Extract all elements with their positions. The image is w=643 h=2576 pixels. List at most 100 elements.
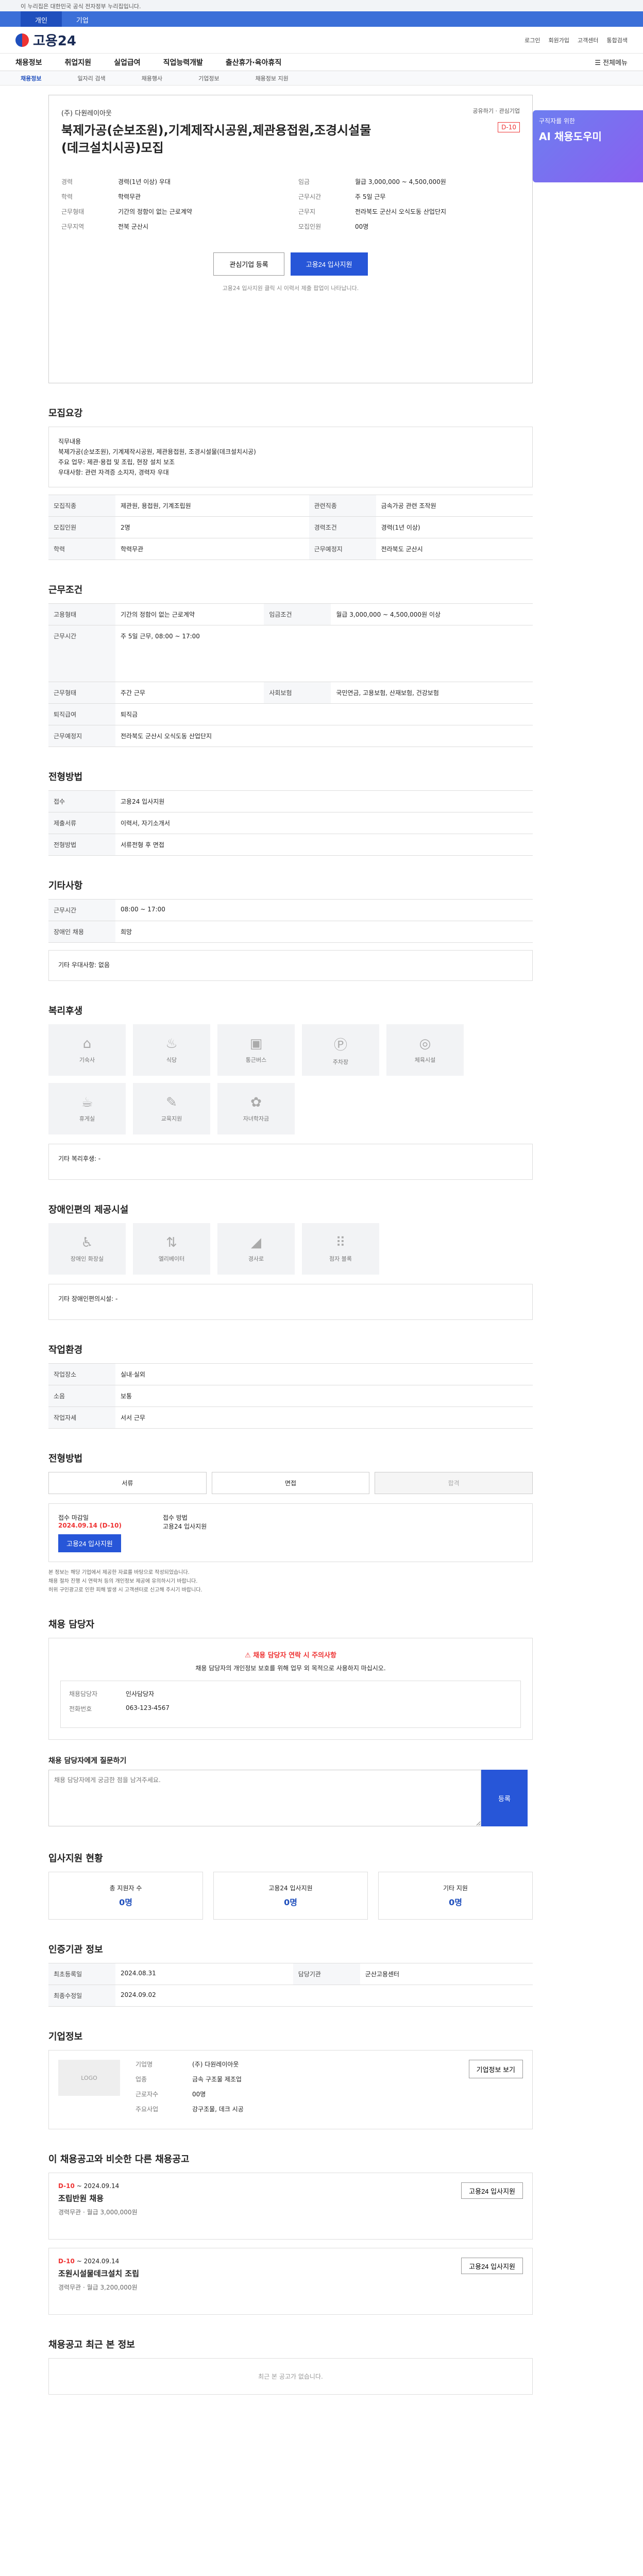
rec-title: 조원시설물데크설치 조립 xyxy=(58,2269,140,2278)
deadline-apply-button[interactable]: 고용24 입사지원 xyxy=(58,1534,121,1552)
row-value: 보통 xyxy=(115,1385,533,1407)
interest-button[interactable]: 관심기업 등록 xyxy=(213,252,284,276)
biz-key: 주요사업 xyxy=(136,2106,159,2113)
nav-training[interactable]: 직업능력개발 xyxy=(163,57,203,67)
info-key: 근무형태 xyxy=(61,208,84,215)
section-welfare: 복리후생 ⌂ 기숙사 ♨ 식당 ▣ 통근버스 Ⓟ 주차장 ◎ 체육시설 ☕ 휴게실 ✎ 교육지… xyxy=(48,1004,533,1180)
row-key: 임금조건 xyxy=(264,603,331,625)
contact-warning-text: 채용 담당자 연락 시 주의사항 xyxy=(253,1652,336,1659)
contact-value: 인사담당자 xyxy=(126,1690,155,1698)
subnav-jobs[interactable]: 채용정보 xyxy=(21,74,41,82)
welfare-tile: ☕ 휴게실 xyxy=(48,1083,126,1134)
share-links[interactable]: 공유하기 · 관심기업 xyxy=(473,107,520,115)
inquiry-input[interactable] xyxy=(48,1770,481,1826)
stat-label: 기타 지원 xyxy=(443,1885,468,1892)
welfare-tile: ✎ 교육지원 xyxy=(133,1083,210,1134)
info-key: 경력 xyxy=(61,178,73,185)
biz-detail-button[interactable]: 기업정보 보기 xyxy=(468,2060,523,2078)
tab-individual[interactable]: 개인 xyxy=(21,11,62,27)
row-value: 제관원, 용접원, 기계조립원 xyxy=(115,495,309,517)
logo-icon xyxy=(15,33,29,47)
stat-cards: 총 지원자 수 0명 고용24 입사지원 0명 기타 지원 0명 xyxy=(48,1872,533,1920)
section-title: 장애인편의 제공시설 xyxy=(48,1205,129,1215)
step-document: 서류 xyxy=(48,1472,207,1494)
welfare-icons: ⌂ 기숙사 ♨ 식당 ▣ 통근버스 Ⓟ 주차장 ◎ 체육시설 ☕ 휴게실 ✎ 교육지원 ✿ 자녀… xyxy=(48,1024,533,1134)
recent-empty: 최근 본 공고가 없습니다. xyxy=(48,2358,533,2395)
rec-title: 조립반원 채용 xyxy=(58,2194,104,2203)
info-value: 전라북도 군산시 오식도동 산업단지 xyxy=(355,208,447,215)
help-link[interactable]: 고객센터 xyxy=(578,36,598,44)
condition-table: 고용형태 기간의 정함이 없는 근로계약 임금조건 월급 3,000,000 ~ 4,… xyxy=(48,603,533,747)
subnav-company[interactable]: 기업정보 xyxy=(198,74,219,82)
stat-value: 0명 xyxy=(119,1897,132,1907)
main-nav: 채용정보 취업지원 실업급여 직업능력개발 출산휴가·육아휴직 ☰ 전체메뉴 xyxy=(0,54,643,71)
welfare-tile: ♨ 식당 xyxy=(133,1024,210,1076)
other-extra: 기타 우대사항: 없음 xyxy=(48,950,533,981)
section-title: 전형방법 xyxy=(48,1453,83,1464)
list-item[interactable]: D-10 ~ 2024.09.14 조립반원 채용 경력무관 · 월급 3,00… xyxy=(48,2173,533,2240)
step-interview: 면접 xyxy=(211,1472,370,1494)
tab-company[interactable]: 기업 xyxy=(62,11,103,27)
row-value: 실내·실외 xyxy=(115,1363,533,1385)
stat-card: 고용24 입사지원 0명 xyxy=(213,1872,368,1920)
section-detail: 모집요강 직무내용 북제가공(순보조원), 기계제작시공원, 제관용접원, 조경… xyxy=(48,406,533,560)
nav-parental[interactable]: 출산휴가·육아휴직 xyxy=(226,57,281,67)
job-description: 직무내용 북제가공(순보조원), 기계제작시공원, 제관용접원, 조경시설물(데… xyxy=(48,427,533,487)
agency-table: 최초등록일 2024.08.31 담당기관 군산고용센터 최종수정일 2024.09.0… xyxy=(48,1963,533,2007)
row-value: 학력무관 xyxy=(115,538,309,560)
nav-support[interactable]: 취업지원 xyxy=(65,57,92,67)
row-key: 담당기관 xyxy=(293,1963,360,1985)
nav-unemployment[interactable]: 실업급여 xyxy=(114,57,141,67)
section-recent: 채용공고 최근 본 정보 최근 본 공고가 없습니다. xyxy=(48,2337,533,2395)
logo[interactable]: 고용24 xyxy=(15,30,76,49)
rec-apply-button[interactable]: 고용24 입사지원 xyxy=(461,2258,523,2274)
disability-tile: ◢ 경사로 xyxy=(217,1223,295,1275)
row-value: 월급 3,000,000 ~ 4,500,000원 이상 xyxy=(331,603,533,625)
login-link[interactable]: 로그인 xyxy=(524,36,540,44)
section-condition: 근무조건 고용형태 기간의 정함이 없는 근로계약 임금조건 월급 3,000,000… xyxy=(48,583,533,747)
info-value: 전북 군산시 xyxy=(118,223,149,230)
nav-jobs[interactable]: 채용정보 xyxy=(15,57,42,67)
row-value: 이력서, 자기소개서 xyxy=(115,812,533,834)
process-steps: 서류 면접 합격 xyxy=(48,1472,533,1494)
list-item[interactable]: D-10 ~ 2024.09.14 조원시설물데크설치 조립 경력무관 · 월급… xyxy=(48,2248,533,2315)
inquiry-submit-button[interactable]: 등록 xyxy=(481,1770,528,1826)
section-title: 인증기관 정보 xyxy=(48,1944,103,1955)
menu-all-button[interactable]: ☰ 전체메뉴 xyxy=(595,57,628,67)
job-title: 북제가공(순보조원),기계제작시공원,제관용접원,조경시설물(데크설치시공)모집 xyxy=(61,123,371,155)
section-title: 기업정보 xyxy=(48,2031,83,2042)
gov-banner: 이 누리집은 대한민국 공식 전자정부 누리집입니다. xyxy=(0,0,643,11)
biz-value: 00명 xyxy=(192,2091,206,2098)
biz-value: 금속 구조물 제조업 xyxy=(192,2076,242,2083)
rec-meta: 경력무관 · 월급 3,200,000원 xyxy=(58,2284,138,2291)
tile-label: 통근버스 xyxy=(245,1057,267,1063)
row-value: 경력(1년 이상) xyxy=(376,516,533,538)
section-stats: 입사지원 현황 총 지원자 수 0명 고용24 입사지원 0명 기타 지원 0명 xyxy=(48,1851,533,1920)
signup-link[interactable]: 회원가입 xyxy=(549,36,569,44)
meal-icon: ♨ xyxy=(165,1036,178,1052)
rest-icon: ☕ xyxy=(81,1095,93,1110)
row-key: 모집직종 xyxy=(48,495,115,517)
apply-button[interactable]: 고용24 입사지원 xyxy=(290,252,368,276)
row-key: 소음 xyxy=(48,1385,115,1407)
scholarship-icon: ✿ xyxy=(250,1095,262,1110)
info-value: 월급 3,000,000 ~ 4,500,000원 xyxy=(355,178,446,185)
tile-label: 엘리베이터 xyxy=(158,1256,185,1262)
contact-key: 채용담당자 xyxy=(69,1690,98,1698)
row-key: 모집인원 xyxy=(48,516,115,538)
row-key: 작업장소 xyxy=(48,1363,115,1385)
tile-label: 휴게실 xyxy=(79,1115,95,1122)
subnav-events[interactable]: 채용행사 xyxy=(142,74,162,82)
search-link[interactable]: 통합검색 xyxy=(607,36,628,44)
bus-icon: ▣ xyxy=(249,1036,263,1052)
ai-banner[interactable]: 구직자를 위한 AI 채용도우미 xyxy=(533,110,643,182)
contact-box: ⚠ 채용 담당자 연락 시 주의사항 채용 담당자의 개인정보 보호를 위해 업… xyxy=(48,1638,533,1740)
row-value: 전라북도 군산시 오식도동 산업단지 xyxy=(115,725,533,747)
section-title: 채용공고 최근 본 정보 xyxy=(48,2340,135,2350)
row-value: 고용24 입사지원 xyxy=(115,790,533,812)
subnav-search[interactable]: 일자리 검색 xyxy=(77,74,105,82)
rec-apply-button[interactable]: 고용24 입사지원 xyxy=(461,2182,523,2199)
subnav-support[interactable]: 채용정보 지원 xyxy=(256,74,289,82)
row-value: 08:00 ~ 17:00 xyxy=(115,899,533,921)
toilet-icon: ♿ xyxy=(81,1235,93,1250)
